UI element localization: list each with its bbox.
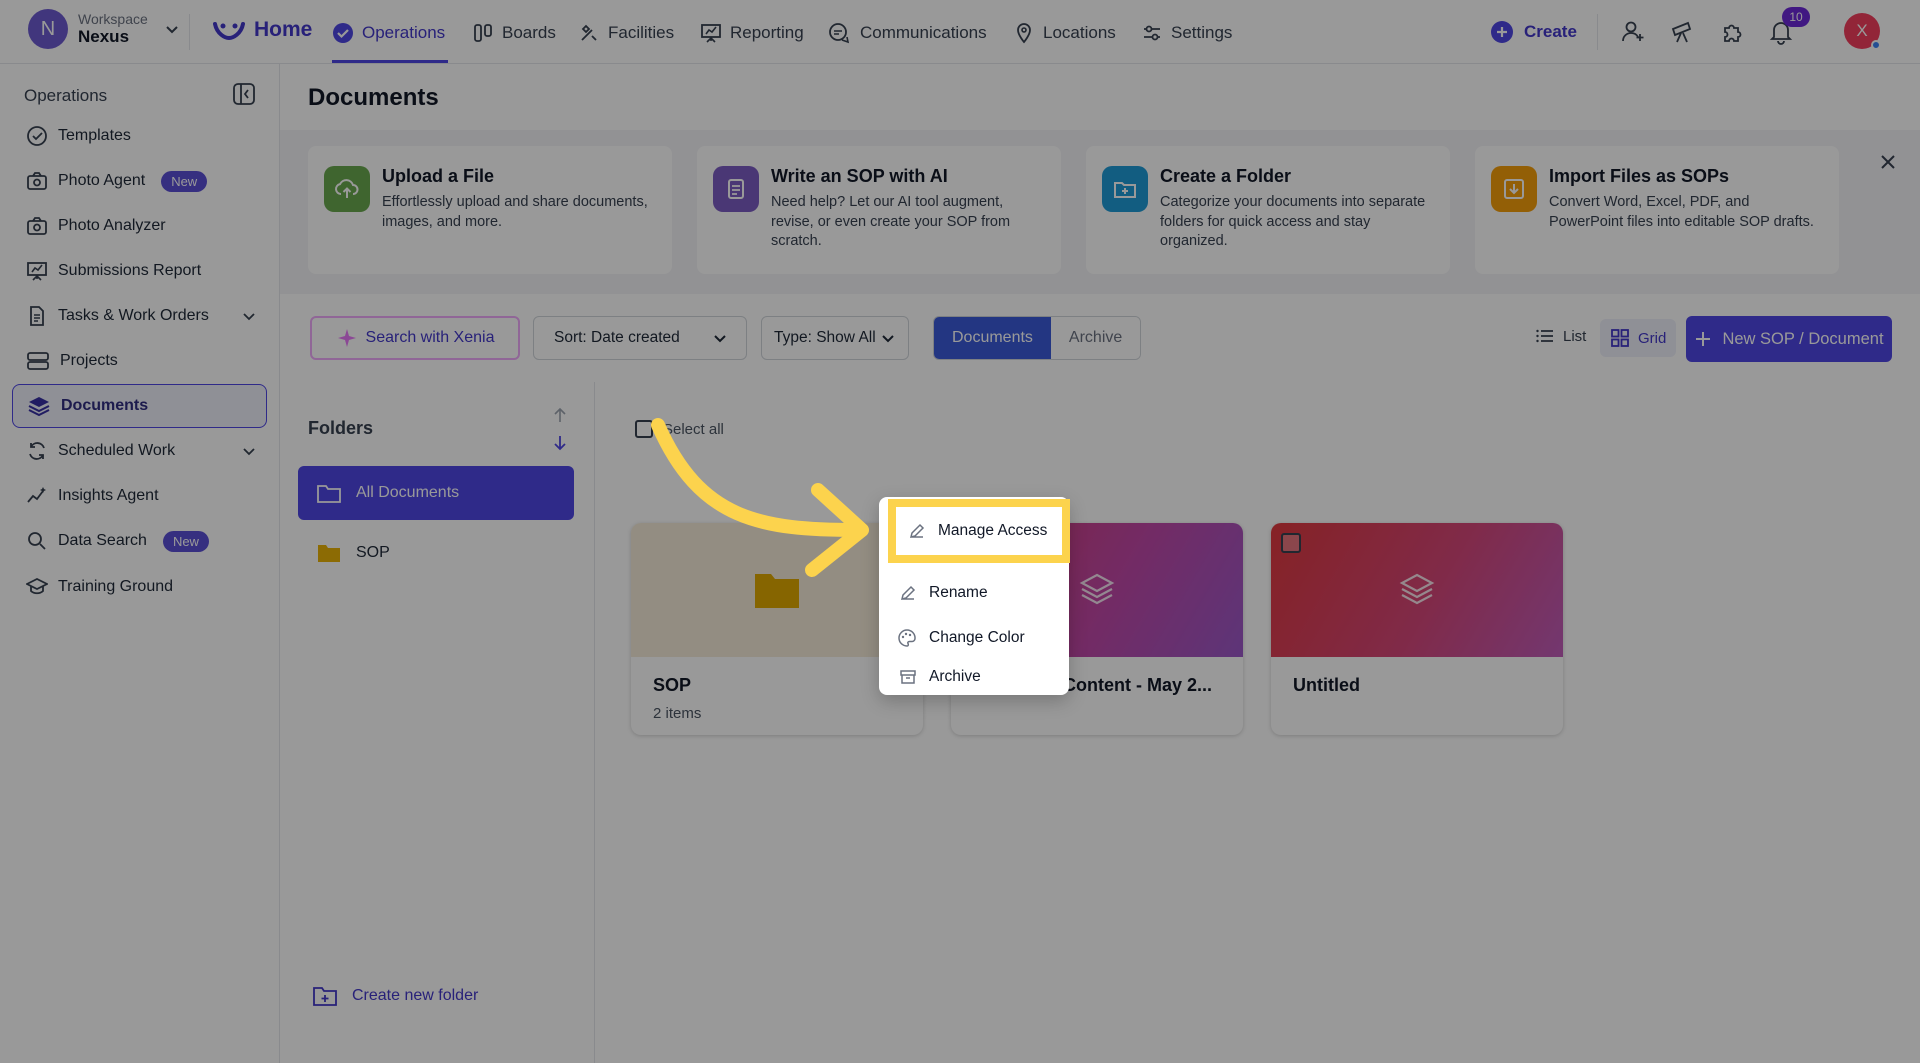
tutorial-arrow-icon: [651, 418, 869, 577]
